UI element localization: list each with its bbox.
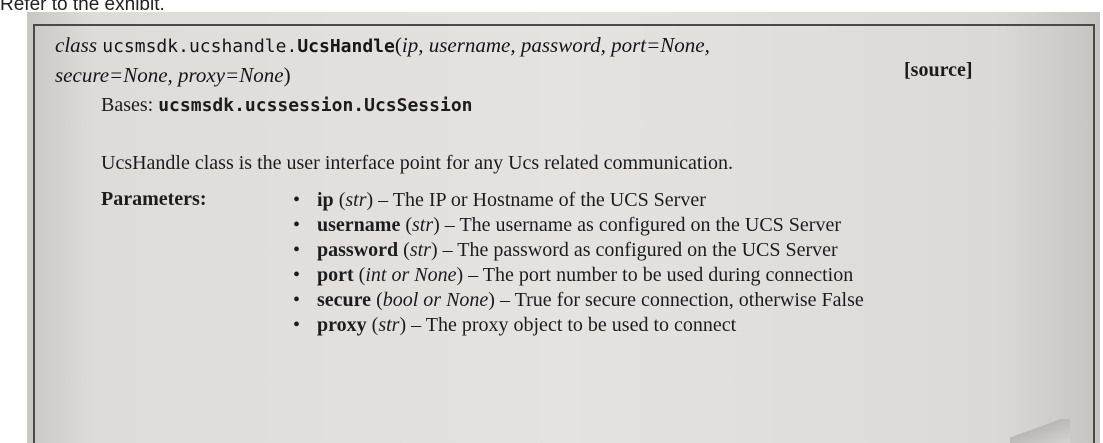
class-name: UcsHandle	[297, 36, 395, 57]
parameter-item: • proxy (str) – The proxy object to be us…	[293, 314, 737, 336]
param-desc: The password as configured on the UCS Se…	[457, 239, 838, 261]
param-name: ip	[317, 189, 334, 211]
bases-value: ucsmsdk.ucssession.UcsSession	[158, 95, 473, 116]
bullet-icon: •	[293, 264, 301, 286]
open-paren: (	[394, 33, 402, 57]
param-desc: True for secure connection, otherwise Fa…	[514, 289, 864, 311]
param-desc: The proxy object to be used to connect	[425, 314, 737, 336]
parameter-list: • ip (str) – The IP or Hostname of the UC…	[287, 188, 1007, 338]
bullet-icon: •	[293, 189, 301, 211]
param-name: username	[317, 214, 401, 236]
param-desc: The port number to be used during connec…	[482, 264, 854, 286]
class-description: UcsHandle class is the user interface po…	[101, 152, 734, 174]
signature-args-line1: ip, username, password, port=None,	[401, 33, 710, 57]
param-name: password	[317, 239, 399, 261]
param-type: int or None	[365, 264, 457, 286]
bullet-icon: •	[293, 239, 301, 261]
exhibit-photo: class ucsmsdk.ucshandle.UcsHandle(ip, us…	[27, 12, 1100, 443]
bases-label: Bases:	[101, 94, 154, 116]
param-desc: The username as configured on the UCS Se…	[459, 214, 841, 236]
parameter-item: • port (int or None) – The port number to…	[293, 264, 854, 286]
parameter-item: • password (str) – The password as config…	[293, 239, 838, 261]
param-name: proxy	[317, 314, 367, 336]
param-name: port	[317, 264, 354, 286]
param-desc: The IP or Hostname of the UCS Server	[392, 189, 706, 211]
class-keyword: class	[55, 33, 97, 57]
module-path: ucsmsdk.ucshandle.	[102, 36, 298, 57]
parameters-label: Parameters:	[101, 188, 207, 210]
bases-line: Bases: ucsmsdk.ucssession.UcsSession	[101, 94, 473, 117]
source-link[interactable]: [source]	[904, 59, 973, 82]
param-type: bool or None	[382, 289, 489, 311]
close-paren: )	[283, 63, 291, 87]
param-type: str	[378, 314, 400, 336]
param-type: str	[409, 239, 431, 261]
param-type: str	[412, 214, 434, 236]
param-type: str	[345, 189, 367, 211]
param-name: secure	[317, 289, 372, 311]
parameter-item: • username (str) – The username as config…	[293, 214, 841, 236]
page-fold	[1010, 419, 1070, 443]
bullet-icon: •	[293, 314, 301, 336]
parameter-item: • ip (str) – The IP or Hostname of the UC…	[293, 189, 706, 211]
parameter-item: • secure (bool or None) – True for secure…	[293, 289, 864, 311]
signature-args-line2: secure=None, proxy=None	[55, 63, 284, 87]
bullet-icon: •	[293, 214, 301, 236]
bullet-icon: •	[293, 289, 301, 311]
